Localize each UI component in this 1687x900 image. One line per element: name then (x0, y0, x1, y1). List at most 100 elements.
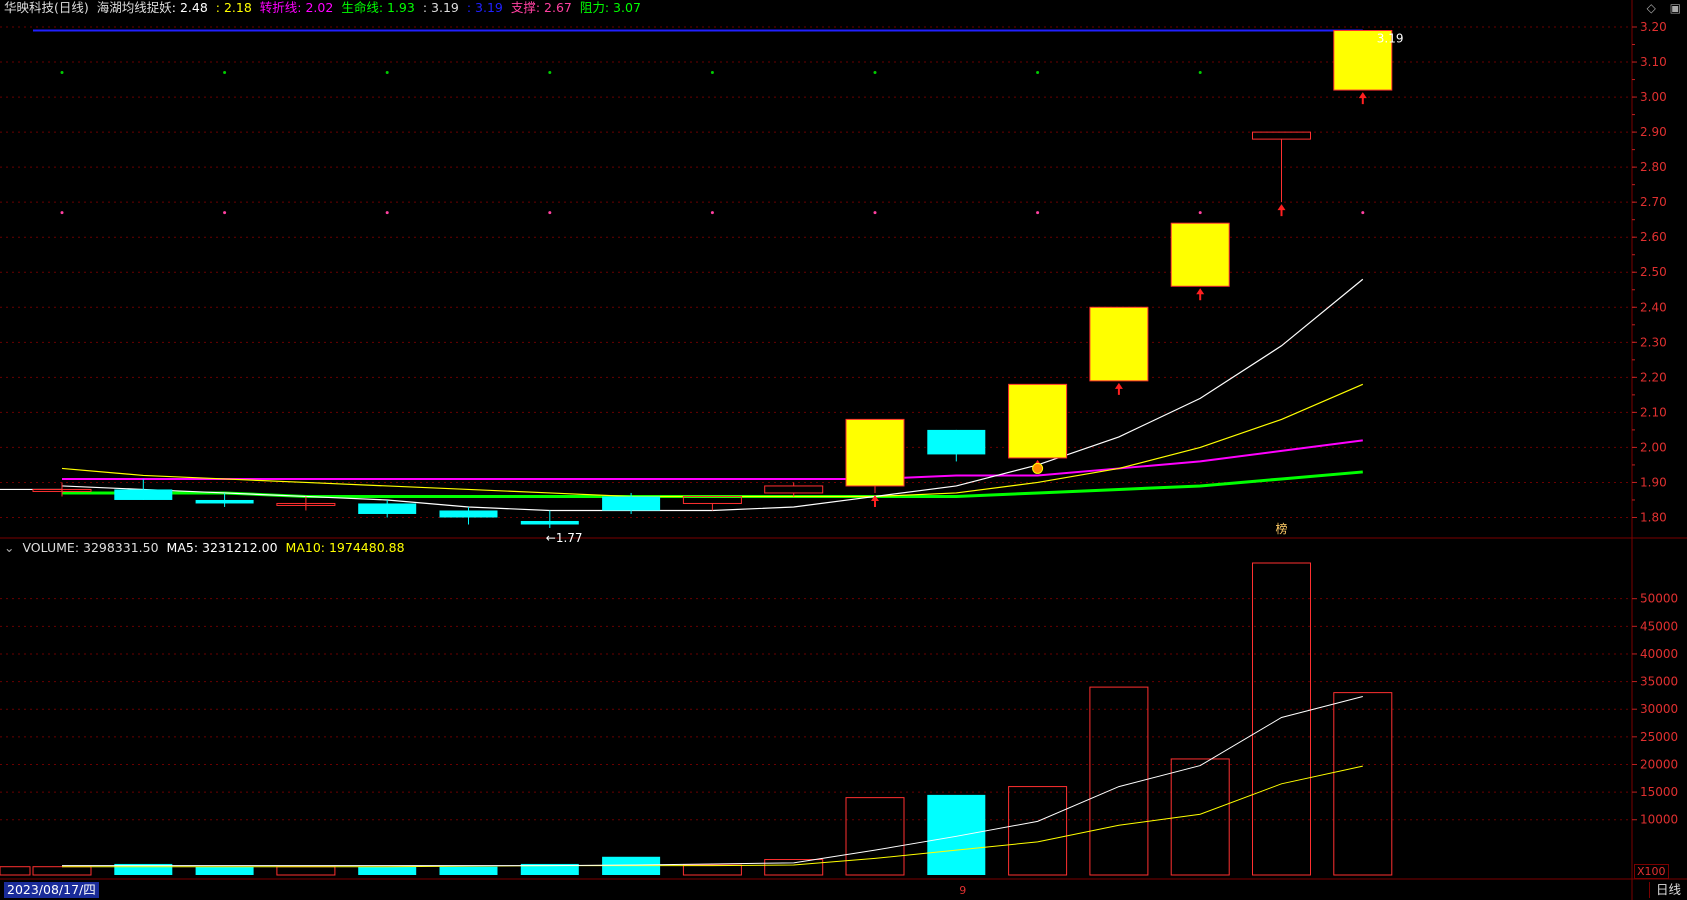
volume-bar-down (358, 866, 417, 875)
volume-bar-up (845, 797, 905, 876)
candle-up (1252, 131, 1311, 140)
volume-tick-label: 40000 (1640, 647, 1678, 661)
volume-header: ⌄ VOLUME: 3298331.50 MA5: 3231212.00 MA1… (4, 540, 409, 556)
candle-up-fill (1096, 309, 1141, 379)
candle-down (358, 503, 417, 514)
volume-bar-up (1333, 692, 1393, 876)
volume-bar-up (1008, 786, 1068, 876)
support-dot (710, 211, 714, 215)
resist-dot (548, 71, 552, 75)
support-dot (1036, 211, 1040, 215)
signal-arrow (1358, 92, 1367, 105)
resist-dot (1036, 71, 1040, 75)
price-tick-label: 2.60 (1640, 230, 1667, 244)
turn-line-value: 转折线: 2.02 (259, 0, 334, 15)
diamond-icon[interactable]: ◇ (1647, 1, 1656, 15)
price-tick-label: 2.80 (1640, 160, 1667, 174)
price-tick-label: 3.10 (1640, 55, 1667, 69)
value-white: : 2.48 (171, 0, 208, 15)
indicator-header: 华映科技(日线) 海湖均线捉妖: 2.48 : 2.18 转折线: 2.02 生… (4, 0, 645, 16)
volume-bar-down (439, 866, 498, 875)
period-tab[interactable]: 日线 (1648, 882, 1681, 898)
volume-bar-up (682, 864, 742, 876)
support-dot (1361, 211, 1365, 215)
volume-bar-up (1252, 562, 1311, 876)
volume-tick-label: 10000 (1640, 813, 1678, 827)
bang-marker: 榜 (1276, 521, 1288, 536)
price-tick-label: 2.50 (1640, 265, 1667, 279)
top-icons: ◇ ▣ (1637, 1, 1681, 15)
candle-down (195, 499, 254, 504)
volume-ma10: MA10: 1974480.88 (285, 540, 405, 555)
resist-dot (60, 71, 64, 75)
volume-bar-up (32, 866, 92, 876)
price-tick-label: 2.20 (1640, 370, 1667, 384)
window-icon[interactable]: ▣ (1670, 1, 1681, 15)
resist-value: 阻力: 3.07 (579, 0, 641, 15)
kline-chart[interactable]: 1.80 1.90 2.00 2.10 2.20 2.30 2.40 2.50 2.60 2.70… (0, 0, 1687, 900)
resist-dot (1198, 71, 1202, 75)
turn-line (62, 439, 1363, 480)
life-line (62, 470, 1363, 498)
volume-ma5: MA5: 3231212.00 (166, 540, 278, 555)
support-value: 支撑: 2.67 (510, 0, 572, 15)
volume-tick-label: 30000 (1640, 702, 1678, 716)
price-tick-label: 3.00 (1640, 90, 1667, 104)
price-tick-label: 1.90 (1640, 475, 1667, 489)
volume-bar-left (0, 866, 31, 876)
resist-dot (223, 71, 227, 75)
support-dot (1198, 211, 1202, 215)
candle-down (927, 429, 986, 455)
candle-up (764, 485, 824, 494)
low-label: ←1.77 (546, 531, 583, 545)
volume-tick-label: 15000 (1640, 785, 1678, 799)
price-tick-label: 2.70 (1640, 195, 1667, 209)
life-line-value: 生命线: 1.93 (341, 0, 415, 15)
candle-down (439, 510, 498, 518)
collapse-icon[interactable]: ⌄ (4, 540, 14, 555)
candle-down (602, 496, 661, 511)
price-tick-label: 2.40 (1640, 300, 1667, 314)
mid-marker: 9 (959, 884, 966, 897)
support-dot (548, 211, 552, 215)
volume-tick-label: 50000 (1640, 592, 1678, 606)
value-3: : 3.19 (422, 0, 459, 15)
price-tick-label: 2.00 (1640, 440, 1667, 454)
volume-bar-up (764, 859, 824, 876)
volume-bar-down (927, 794, 986, 875)
price-tick-label: 3.20 (1640, 20, 1667, 34)
signal-arrow (1196, 288, 1205, 301)
indicator-name: 海湖均线捉妖 (96, 0, 172, 15)
candle-up-fill (1178, 225, 1223, 285)
resist-dot (873, 71, 877, 75)
value-4: : 3.19 (466, 0, 503, 15)
candle-down (114, 489, 173, 500)
stock-title[interactable]: 华映科技(日线) (4, 0, 89, 15)
candle-up-fill (1015, 386, 1060, 456)
volume-tick-label: 20000 (1640, 757, 1678, 771)
volume-tick-label: 25000 (1640, 730, 1678, 744)
support-dot (385, 211, 389, 215)
date-readout: 2023/08/17/四 (4, 882, 99, 898)
volume-bar-up (276, 866, 336, 876)
support-dot (223, 211, 227, 215)
volume-bar-down (195, 866, 254, 875)
value-yellow: : 2.18 (215, 0, 252, 15)
volume-ma5-line (62, 696, 1363, 867)
volume-tick-label: 35000 (1640, 675, 1678, 689)
support-dot (873, 211, 877, 215)
price-tick-label: 2.10 (1640, 405, 1667, 419)
support-dot (60, 211, 64, 215)
volume-value: VOLUME: 3298331.50 (22, 540, 159, 555)
resist-dot (385, 71, 389, 75)
price-tick-label: 2.90 (1640, 125, 1667, 139)
signal-arrow (1277, 204, 1286, 217)
volume-tick-label: 45000 (1640, 619, 1678, 633)
price-tick-label: 2.30 (1640, 335, 1667, 349)
ma-white-line (61, 278, 1364, 512)
coin-marker (1032, 462, 1044, 474)
high-label: 3.19 (1377, 32, 1404, 46)
signal-arrow (1114, 382, 1123, 395)
candle-up-fill (853, 421, 897, 484)
volume-ma10-line (62, 765, 1363, 868)
